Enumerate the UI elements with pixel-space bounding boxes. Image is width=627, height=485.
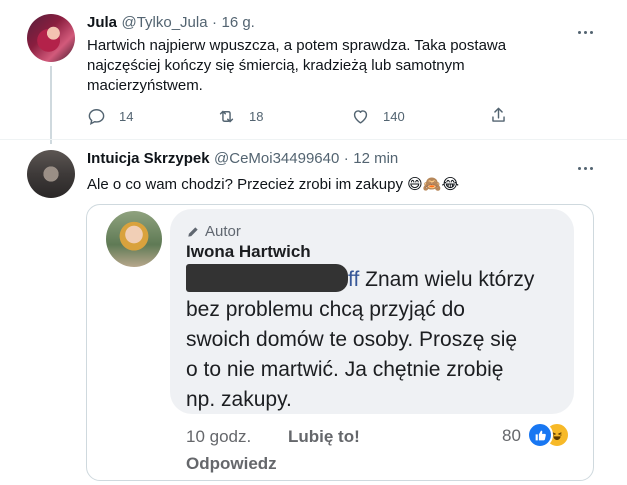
tweet1-text-line2: najczęściej kończy się śmiercią, kradzie… — [87, 57, 465, 74]
avatar-jula[interactable] — [27, 14, 75, 62]
share-button[interactable] — [489, 106, 521, 125]
fb-body-line3: swoich domów te osoby. Proszę się — [186, 328, 518, 351]
tweet1-handle[interactable]: @Tylko_Jula — [121, 14, 207, 31]
fb-like-link: Lubię to! — [288, 427, 360, 446]
reply-button[interactable]: 14 — [87, 107, 133, 126]
tears-of-joy-emoji: 😂 — [441, 175, 459, 193]
tweet1-more-icon[interactable] — [578, 21, 598, 34]
retweet-icon — [219, 110, 234, 123]
fb-body-line1: Znam wielu którzy — [359, 268, 535, 291]
fb-commenter-avatar — [106, 211, 162, 267]
tweet2-dot: · — [343, 150, 349, 167]
fb-body-line4: o to nie martwić. Ja chętnie zrobię — [186, 358, 504, 381]
tweet1-text-line1: Hartwich najpierw wpuszcza, a potem spra… — [87, 37, 507, 54]
divider — [0, 139, 627, 140]
heart-icon — [353, 110, 368, 124]
thread-line — [50, 66, 52, 144]
tweet1-time[interactable]: 16 g. — [221, 14, 254, 31]
see-no-evil-monkey-emoji: 🙈 — [422, 175, 442, 193]
tweet1-dot: · — [212, 14, 218, 31]
tweet1-header: Jula @Tylko_Jula · 16 g. — [87, 14, 255, 32]
fb-commenter-name: Iwona Hartwich — [186, 242, 311, 261]
share-icon — [492, 107, 505, 122]
tweet2-header: Intuicja Skrzypek @CeMoi34499640 · 12 mi… — [87, 150, 398, 168]
avatar-intuicja[interactable] — [27, 150, 75, 198]
fb-comment-bubble: Autor Iwona Hartwich ff Znam wielu którz… — [170, 209, 574, 414]
tweet2-handle[interactable]: @CeMoi34499640 — [214, 150, 339, 167]
tweet2-text-row: Ale o co wam chodzi? Przecież zrobi im z… — [87, 174, 459, 195]
redacted-tail: ff — [348, 268, 360, 291]
tweet2-more-icon[interactable] — [578, 157, 598, 170]
fb-comment-text: ff Znam wielu którzy bez problemu chcą p… — [186, 264, 566, 415]
like-icon — [527, 422, 553, 448]
tweet1-text-line3: macierzyństwem. — [87, 77, 203, 94]
retweet-button[interactable]: 18 — [217, 107, 263, 126]
redacted-mention — [186, 264, 348, 292]
pencil-icon — [188, 226, 198, 237]
fb-body-line2: bez problemu chcą przyjąć do — [186, 298, 465, 321]
reply-icon — [88, 109, 105, 125]
fb-reaction-count: 80 — [502, 426, 521, 445]
tweet1-author-name[interactable]: Jula — [87, 14, 117, 31]
fb-reply-link: Odpowiedz — [186, 454, 277, 473]
fb-author-tag: Autor — [186, 223, 241, 240]
tweet2-text: Ale o co wam chodzi? Przecież zrobi im z… — [87, 176, 403, 193]
retweet-count: 18 — [249, 109, 264, 124]
attached-image[interactable]: Autor Iwona Hartwich ff Znam wielu którz… — [86, 204, 594, 481]
reply-count: 14 — [119, 109, 134, 124]
like-button[interactable]: 140 — [351, 107, 405, 126]
like-count: 140 — [383, 109, 405, 124]
tweet2-time[interactable]: 12 min — [353, 150, 398, 167]
fb-body-line5: np. zakupy. — [186, 388, 292, 411]
grinning-emoji: 😄 — [407, 175, 423, 193]
tweet1-text: Hartwich najpierw wpuszcza, a potem spra… — [87, 36, 607, 96]
tweet2-author-name[interactable]: Intuicja Skrzypek — [87, 150, 210, 167]
fb-author-label: Autor — [205, 223, 241, 240]
fb-comment-time: 10 godz. — [186, 427, 252, 446]
